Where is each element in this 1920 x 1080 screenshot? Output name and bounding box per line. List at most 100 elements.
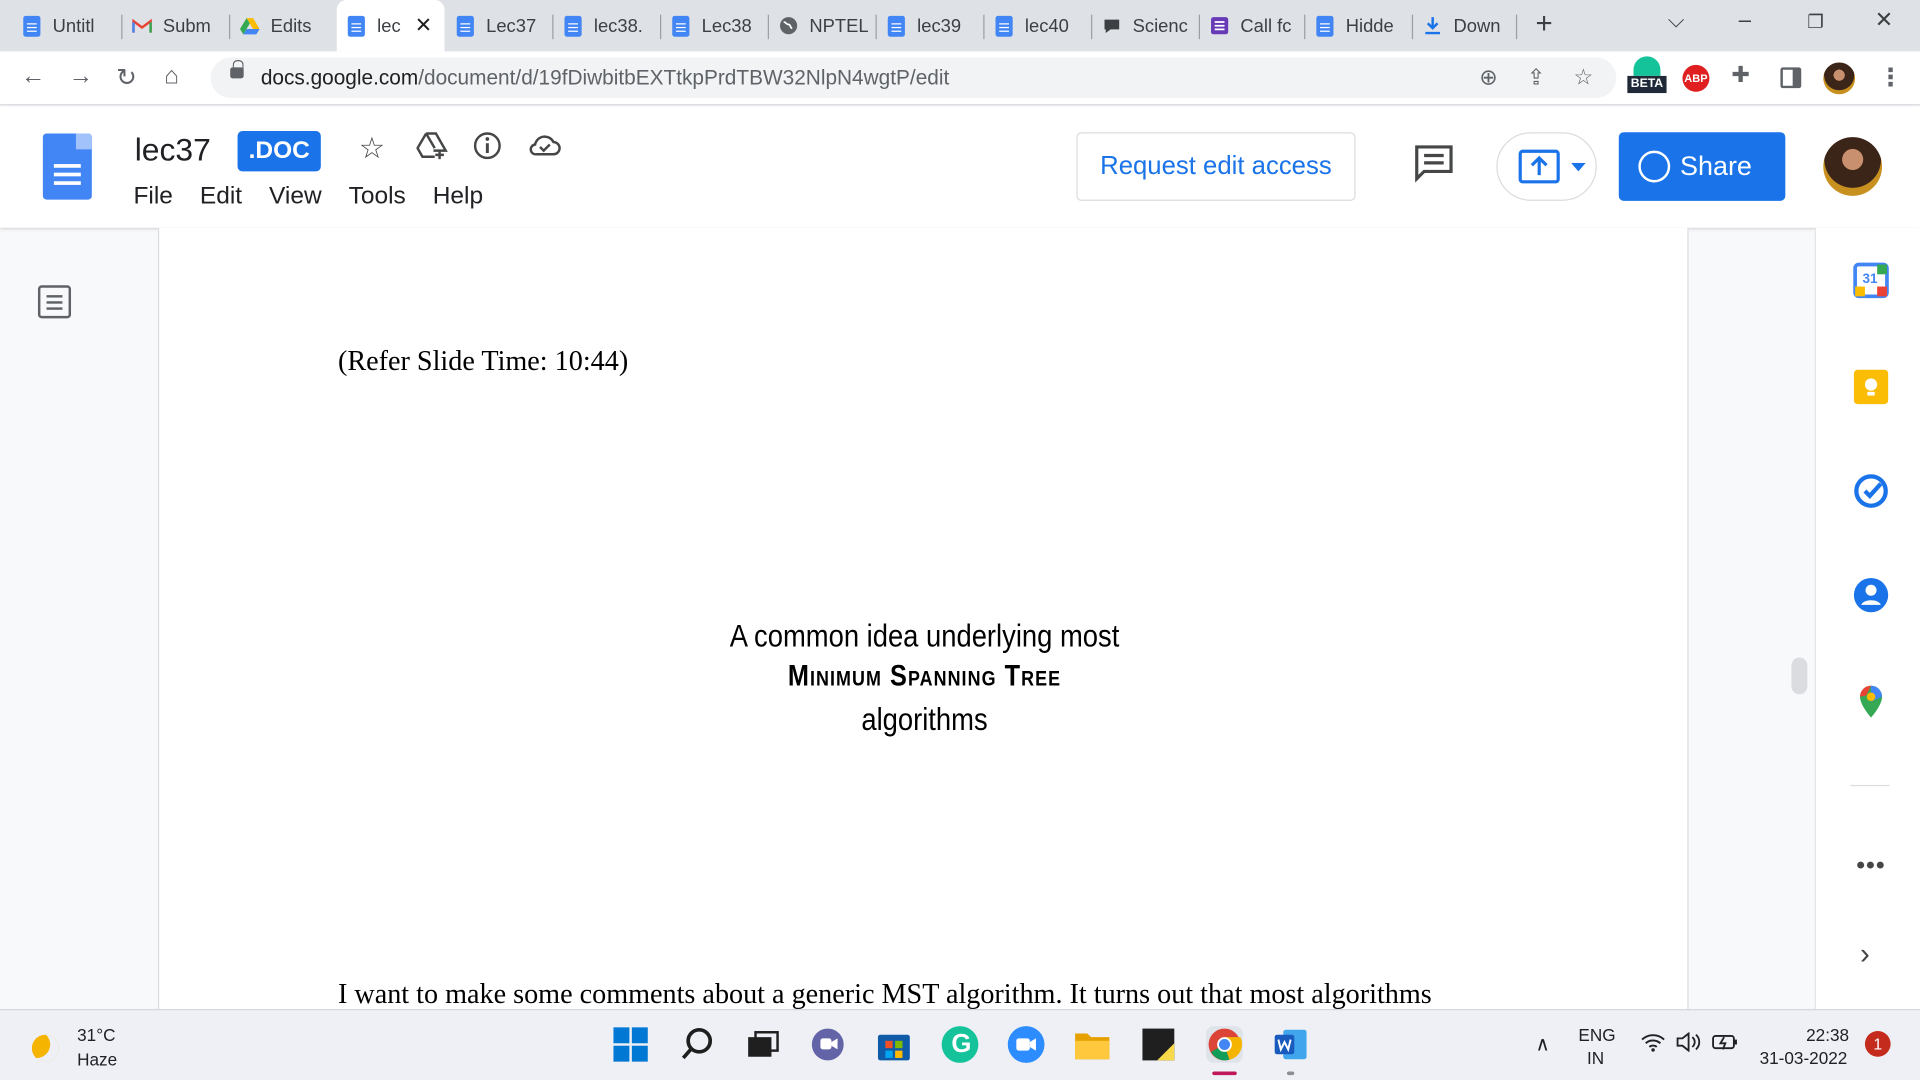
reload-icon[interactable]: ↻ <box>116 62 137 93</box>
tab-science[interactable]: Scienc <box>1092 6 1197 45</box>
search-icon[interactable] <box>680 1026 717 1063</box>
docs-icon <box>1315 15 1335 37</box>
slide-image-text: A common idea underlying most Minimum Sp… <box>729 617 1120 738</box>
info-icon[interactable] <box>473 131 502 169</box>
more-apps-icon[interactable]: ••• <box>1856 852 1885 880</box>
task-view-icon[interactable] <box>744 1026 781 1063</box>
scrollbar-thumb[interactable] <box>1791 657 1808 695</box>
tab-gmail[interactable]: Subm <box>122 6 227 45</box>
language-indicator[interactable]: ENG <box>1578 1025 1615 1045</box>
keep-icon[interactable] <box>1853 369 1890 406</box>
calendar-icon[interactable]: 31 <box>1853 262 1890 299</box>
grammarly-app-icon[interactable]: G <box>941 1026 979 1063</box>
adblock-extension-icon[interactable]: ABP <box>1682 64 1710 92</box>
home-icon[interactable]: ⌂ <box>164 62 179 90</box>
bookmark-star-icon[interactable]: ☆ <box>1573 65 1593 91</box>
show-hidden-icons-chevron[interactable]: ∧ <box>1536 1032 1550 1056</box>
body-paragraph: I want to make some comments about a gen… <box>337 978 1432 1009</box>
tab-untitled[interactable]: Untitl <box>12 6 120 45</box>
zoom-app-icon[interactable] <box>1007 1026 1045 1063</box>
cloud-status-icon[interactable] <box>528 131 562 167</box>
add-to-drive-icon[interactable] <box>416 131 448 169</box>
comment-history-icon[interactable] <box>1413 143 1453 183</box>
word-app-icon[interactable] <box>1272 1026 1309 1063</box>
share-button[interactable]: Share <box>1618 132 1786 201</box>
contacts-icon[interactable] <box>1853 577 1890 614</box>
document-outline-icon[interactable] <box>37 285 72 319</box>
menu-bar: File Edit View Tools Help <box>133 182 510 210</box>
side-panel: 31 ••• › <box>1814 227 1920 1009</box>
notification-badge[interactable]: 1 <box>1864 1031 1891 1057</box>
teams-chat-icon[interactable] <box>809 1026 846 1063</box>
clock-date[interactable]: 31-03-2022 <box>1760 1048 1848 1068</box>
docs-icon <box>22 15 42 37</box>
globe-icon <box>779 16 799 36</box>
address-bar: ← → ↻ ⌂ docs.google.com/document/d/19fDi… <box>0 51 1920 106</box>
chrome-taskbar-icon[interactable] <box>1206 1026 1243 1063</box>
sticky-notes-icon[interactable] <box>1140 1026 1177 1063</box>
window-close-icon[interactable]: ✕ <box>1875 7 1893 33</box>
docs-icon <box>347 15 367 37</box>
star-icon[interactable]: ☆ <box>359 131 385 167</box>
close-tab-icon[interactable]: ✕ <box>415 13 432 37</box>
windows-start-icon[interactable] <box>612 1026 649 1063</box>
wifi-icon[interactable] <box>1641 1032 1665 1058</box>
tab-search-chevron-icon[interactable]: ⌵ <box>1668 7 1685 33</box>
tab-lec37b[interactable]: Lec37 <box>446 6 551 45</box>
present-button[interactable] <box>1496 132 1597 201</box>
docs-icon <box>671 15 691 37</box>
restore-icon[interactable]: ❐ <box>1807 11 1823 33</box>
side-panel-divider <box>1850 784 1890 787</box>
lock-icon <box>230 60 244 79</box>
profile-avatar-small[interactable] <box>1823 62 1856 95</box>
docs-icon <box>887 15 907 37</box>
tab-lec37-active[interactable]: lec ✕ <box>336 0 445 52</box>
battery-icon[interactable] <box>1712 1032 1739 1055</box>
word-running-indicator <box>1286 1071 1295 1076</box>
menu-file[interactable]: File <box>133 182 172 210</box>
tasks-icon[interactable] <box>1853 473 1890 510</box>
tab-lec38[interactable]: lec38. <box>553 6 658 45</box>
omnibox[interactable]: docs.google.com/document/d/19fDiwbitbEXT… <box>210 57 1617 98</box>
collapse-panel-chevron-icon[interactable]: › <box>1860 938 1870 972</box>
clock-time[interactable]: 22:38 <box>1806 1025 1849 1045</box>
url-text[interactable]: docs.google.com/document/d/19fDiwbitbEXT… <box>261 66 949 90</box>
browser-menu-icon[interactable]: ⋮ <box>1878 62 1902 93</box>
tab-lec40[interactable]: lec40 <box>984 6 1089 45</box>
menu-help[interactable]: Help <box>433 182 483 210</box>
grammarly-extension-icon[interactable]: BETA <box>1627 56 1667 100</box>
docs-logo-icon[interactable] <box>42 133 92 200</box>
tab-strip: Untitl Subm Edits lec ✕ Lec37 lec38. Lec… <box>0 0 1920 52</box>
zoom-icon[interactable]: ⊕ <box>1479 65 1497 91</box>
account-avatar[interactable] <box>1823 137 1883 196</box>
refer-slide-time: (Refer Slide Time: 10:44) <box>337 345 629 376</box>
microsoft-store-icon[interactable] <box>876 1026 913 1063</box>
drive-icon <box>240 16 260 36</box>
tab-hidden[interactable]: Hidde <box>1305 6 1410 45</box>
request-edit-access-button[interactable]: Request edit access <box>1076 132 1356 201</box>
tab-call-for[interactable]: Call fc <box>1200 6 1303 45</box>
present-dropdown-icon[interactable] <box>1571 162 1586 173</box>
menu-tools[interactable]: Tools <box>349 182 406 210</box>
tab-download[interactable]: Down <box>1413 6 1513 45</box>
back-arrow-icon[interactable]: ← <box>21 62 45 90</box>
extensions-puzzle-icon[interactable]: ✚ <box>1731 62 1749 88</box>
volume-icon[interactable] <box>1676 1031 1703 1055</box>
tab-drive[interactable]: Edits <box>230 6 333 45</box>
forms-icon <box>1210 16 1230 36</box>
forward-arrow-icon[interactable]: → <box>69 62 93 90</box>
tab-lec39[interactable]: lec39 <box>877 6 982 45</box>
side-panel-icon[interactable] <box>1780 67 1802 89</box>
menu-view[interactable]: View <box>269 182 322 210</box>
menu-edit[interactable]: Edit <box>200 182 242 210</box>
minimize-icon[interactable]: – <box>1739 7 1751 33</box>
new-tab-plus-icon[interactable]: + <box>1536 7 1553 41</box>
document-title[interactable]: lec37 <box>135 131 211 169</box>
tab-nptel[interactable]: NPTEL <box>769 6 874 45</box>
file-explorer-icon[interactable] <box>1074 1026 1111 1063</box>
document-page[interactable]: (Refer Slide Time: 10:44) A common idea … <box>157 227 1689 1009</box>
windows-taskbar: 31°C Haze G ∧ ENG IN 22:38 31-03-2022 1 <box>0 1008 1920 1080</box>
tab-lec38b[interactable]: Lec38 <box>661 6 766 45</box>
share-page-icon[interactable]: ⇪ <box>1527 65 1545 91</box>
maps-icon[interactable] <box>1853 683 1890 720</box>
